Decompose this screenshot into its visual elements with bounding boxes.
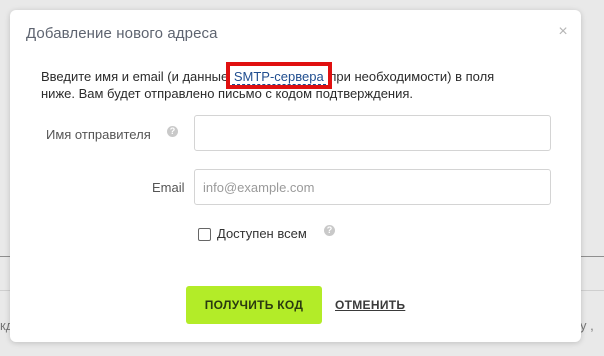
help-icon[interactable]: ? (167, 126, 178, 137)
email-label: Email (152, 180, 185, 195)
intro-text: Введите имя и email (и данные SMTP-серве… (41, 68, 521, 102)
cancel-button[interactable]: ОТМЕНИТЬ (335, 298, 405, 312)
background-text-right: у , (580, 318, 594, 333)
get-code-button[interactable]: ПОЛУЧИТЬ КОД (186, 286, 322, 324)
dialog-title: Добавление нового адреса (26, 25, 218, 42)
intro-text-before: Введите имя и email (и данные (41, 69, 232, 84)
help-icon[interactable]: ? (324, 225, 335, 236)
add-address-dialog: Добавление нового адреса × Введите имя и… (10, 10, 581, 342)
public-checkbox-label[interactable]: Доступен всем (217, 226, 307, 241)
smtp-server-link[interactable]: SMTP-сервера (231, 69, 326, 85)
close-icon[interactable]: × (555, 24, 571, 40)
public-checkbox[interactable] (198, 228, 211, 241)
sender-name-label: Имя отправителя (46, 127, 151, 142)
email-input[interactable] (194, 169, 551, 205)
sender-name-input[interactable] (194, 115, 551, 151)
